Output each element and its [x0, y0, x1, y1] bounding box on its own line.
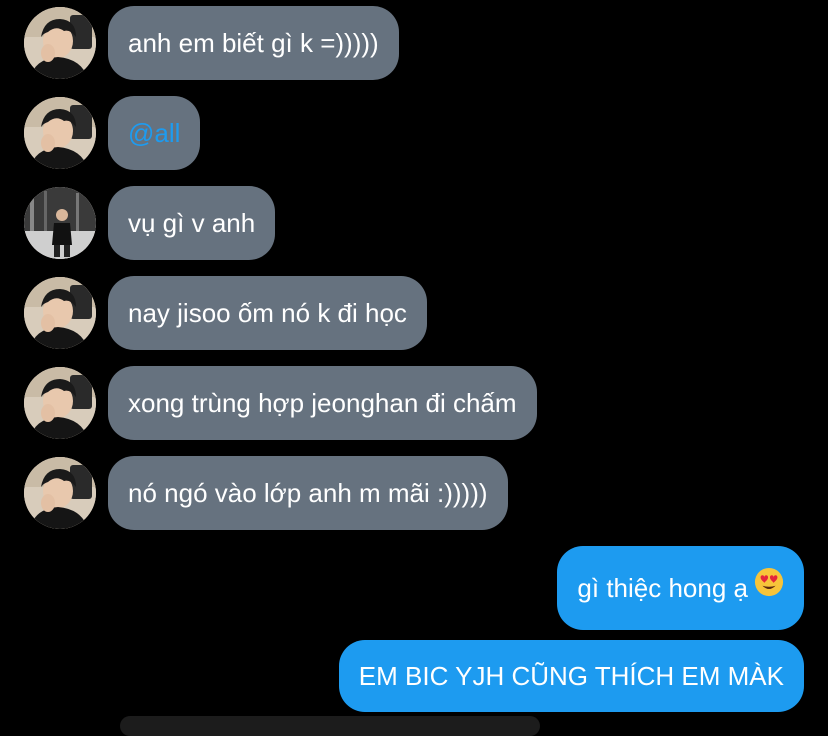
user-photo-icon	[24, 7, 96, 79]
avatar[interactable]	[24, 277, 96, 349]
user-photo-icon	[24, 367, 96, 439]
message-bubble-outgoing[interactable]: EM BIC YJH CŨNG THÍCH EM MÀK	[338, 640, 804, 712]
avatar[interactable]	[24, 187, 96, 259]
user-photo-icon	[24, 187, 96, 259]
next-message-bubble-edge	[120, 716, 540, 736]
heart-eyes-emoji-icon	[754, 546, 784, 630]
avatar[interactable]	[24, 97, 96, 169]
avatar[interactable]	[24, 7, 96, 79]
message-bubble[interactable]: nó ngó vào lớp anh m mãi :)))))	[108, 456, 508, 530]
message-bubble[interactable]: anh em biết gì k =)))))	[108, 6, 399, 80]
message-bubble-outgoing[interactable]: gì thiệc hong ạ	[557, 546, 804, 630]
user-photo-icon	[24, 457, 96, 529]
message-bubble[interactable]: xong trùng hợp jeonghan đi chấm	[108, 366, 537, 440]
user-photo-icon	[24, 277, 96, 349]
avatar[interactable]	[24, 367, 96, 439]
avatar[interactable]	[24, 457, 96, 529]
message-text: gì thiệc hong ạ	[577, 573, 748, 603]
message-bubble[interactable]: @all	[108, 96, 201, 170]
user-photo-icon	[24, 97, 96, 169]
message-bubble[interactable]: vụ gì v anh	[108, 186, 276, 260]
mention-link[interactable]: @all	[128, 118, 180, 148]
message-bubble[interactable]: nay jisoo ốm nó k đi học	[108, 276, 427, 350]
